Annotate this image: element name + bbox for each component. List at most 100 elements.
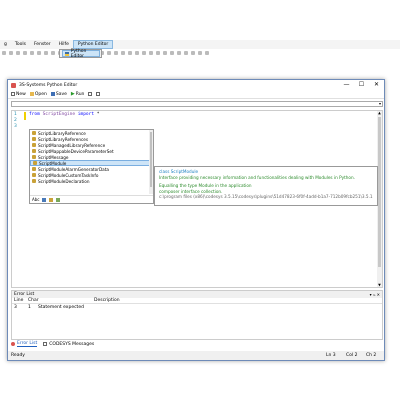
- toolbar-icon[interactable]: [205, 51, 209, 55]
- toolbar-icon[interactable]: [37, 51, 41, 55]
- new-button[interactable]: New: [11, 92, 26, 97]
- menu-item-fenster[interactable]: Fenster: [30, 40, 55, 49]
- completion-label: ScriptLibraryReference: [38, 130, 86, 136]
- popup-scrollbar[interactable]: [149, 130, 153, 194]
- toolbar-icon[interactable]: [163, 51, 167, 55]
- variable-filter-icon[interactable]: [56, 197, 61, 202]
- toolbar-icon[interactable]: [191, 51, 195, 55]
- column-header-char[interactable]: Char: [28, 298, 39, 303]
- panel-title: Error List: [14, 292, 35, 297]
- class-icon: [32, 131, 36, 135]
- filter-all-button[interactable]: Abc: [32, 197, 39, 202]
- keyword: import: [77, 112, 95, 117]
- completion-label: ScriptMessage: [38, 154, 69, 160]
- toolbar-icon[interactable]: [149, 51, 153, 55]
- save-button-label: Save: [55, 91, 67, 97]
- method-filter-icon[interactable]: [42, 197, 47, 202]
- maximize-button[interactable]: ☐: [354, 80, 369, 90]
- class-icon: [32, 137, 36, 141]
- toolbar-icon[interactable]: [16, 51, 20, 55]
- bottom-tabs: Error List CODESYS Messages: [11, 340, 94, 348]
- class-icon: [32, 179, 36, 183]
- class-icon: [33, 161, 37, 165]
- documentation-tooltip: class ScriptModule Interface providing n…: [154, 166, 378, 206]
- error-line: 3: [14, 305, 17, 310]
- class-filter-icon[interactable]: [49, 197, 54, 202]
- window-controls: — ☐ ✕: [339, 80, 384, 90]
- scroll-up-icon[interactable]: ▲: [377, 111, 382, 115]
- dropdown-item-python-editor[interactable]: Python Editor: [62, 49, 100, 59]
- tab-label: CODESYS Messages: [49, 341, 95, 347]
- completion-label: ScriptModuleCustomTaskInfo: [38, 172, 99, 178]
- status-bar: Ready Ln 3 Col 2 Ch 2: [8, 351, 384, 360]
- toolbar-icon[interactable]: [9, 51, 13, 55]
- keyword: from: [29, 112, 40, 117]
- code-line[interactable]: from ScriptEngine import *: [29, 112, 100, 117]
- host-menubar: g Tools Fenster Hilfe Python Editor: [0, 40, 400, 49]
- completion-label: ScriptMappableDeviceParameterSet: [38, 148, 114, 154]
- toolbar-icon[interactable]: [121, 51, 125, 55]
- error-list-header: Error List ▾ ₘ ✕: [12, 291, 382, 298]
- class-icon: [32, 143, 36, 147]
- python-editor-dropdown: Python Editor: [59, 49, 102, 59]
- window-titlebar[interactable]: 3S-Systems Python Editor — ☐ ✕: [8, 80, 384, 90]
- line-number: 3: [14, 124, 17, 129]
- options-icon[interactable]: [96, 92, 101, 96]
- menu-item-tools[interactable]: Tools: [11, 40, 30, 49]
- options-icon[interactable]: [88, 92, 93, 96]
- column-header-line[interactable]: Line: [14, 298, 23, 303]
- autocomplete-popup: ScriptLibraryReference ScriptLibraryRefe…: [29, 129, 154, 204]
- toolbar-icon[interactable]: [114, 51, 118, 55]
- error-list-panel: Error List ▾ ₘ ✕ Line Char Description 3…: [11, 290, 383, 340]
- editor-toolbar: New Open Save ▶ Run: [8, 90, 384, 99]
- app-icon: [11, 82, 16, 88]
- scrollbar-thumb[interactable]: [378, 117, 381, 267]
- save-button[interactable]: Save: [50, 91, 67, 97]
- class-icon: [32, 149, 36, 153]
- toolbar-icon[interactable]: [128, 51, 132, 55]
- scroll-down-icon[interactable]: ▼: [377, 283, 382, 287]
- toolbar-icon[interactable]: [2, 51, 6, 55]
- open-button[interactable]: Open: [29, 91, 47, 97]
- line-gutter: 1 2 3: [12, 111, 21, 287]
- module-name: ScriptEngine: [42, 112, 76, 117]
- scope-selector[interactable]: ▾: [11, 101, 383, 107]
- toolbar-icon[interactable]: [30, 51, 34, 55]
- table-row[interactable]: 3 1 Statement expected: [12, 304, 382, 311]
- tab-label: Error List: [17, 341, 38, 347]
- completion-label: ScriptLibraryReferences: [38, 136, 89, 142]
- cursor-line: Ln 3: [326, 353, 336, 358]
- column-header-description[interactable]: Description: [94, 298, 120, 303]
- tab-codesys-messages[interactable]: CODESYS Messages: [43, 342, 94, 347]
- toolbar-icon[interactable]: [135, 51, 139, 55]
- scrollbar-thumb[interactable]: [150, 132, 152, 187]
- completion-label: ScriptModuleDeclaration: [38, 178, 90, 184]
- error-icon: [11, 342, 15, 346]
- new-file-icon: [11, 92, 15, 96]
- toolbar-icon[interactable]: [198, 51, 202, 55]
- error-char: 1: [28, 305, 31, 310]
- cursor-char: Ch 2: [366, 353, 377, 358]
- run-button[interactable]: ▶ Run: [71, 92, 85, 97]
- change-marker: [24, 112, 26, 120]
- toolbar-icon[interactable]: [184, 51, 188, 55]
- completion-label: ScriptModuleAlarmGeneratorData: [38, 166, 109, 172]
- toolbar-icon[interactable]: [51, 51, 55, 55]
- tab-error-list[interactable]: Error List: [11, 341, 38, 347]
- toolbar-icon[interactable]: [23, 51, 27, 55]
- toolbar-icon[interactable]: [177, 51, 181, 55]
- toolbar-icon[interactable]: [142, 51, 146, 55]
- toolbar-icon[interactable]: [156, 51, 160, 55]
- open-button-label: Open: [34, 91, 47, 97]
- toolbar-icon[interactable]: [170, 51, 174, 55]
- toolbar-icon[interactable]: [44, 51, 48, 55]
- panel-controls[interactable]: ▾ ₘ ✕: [370, 292, 382, 297]
- class-icon: [32, 173, 36, 177]
- line-number: 2: [14, 118, 17, 123]
- toolbar-icon[interactable]: [107, 51, 111, 55]
- minimize-button[interactable]: —: [339, 80, 354, 90]
- completion-item[interactable]: ScriptModuleDeclaration: [30, 178, 153, 184]
- close-button[interactable]: ✕: [369, 80, 384, 90]
- menu-item-partial[interactable]: g: [0, 40, 11, 49]
- completion-label: ScriptManagedLibraryReference: [38, 142, 106, 148]
